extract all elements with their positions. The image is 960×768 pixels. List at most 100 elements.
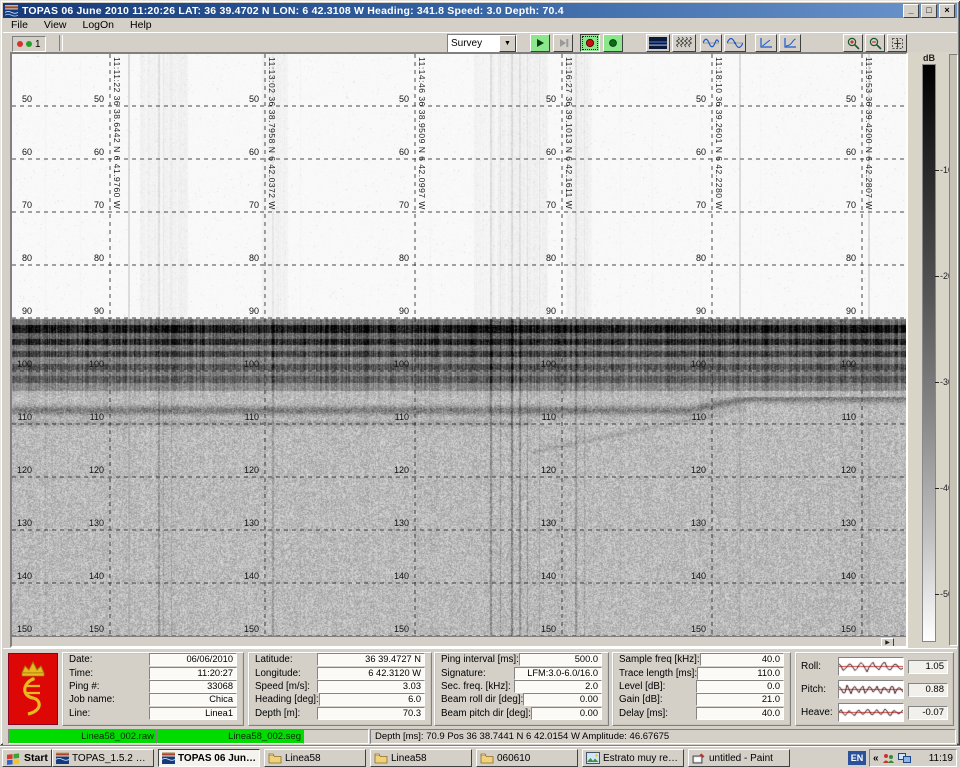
channel-indicator[interactable]: 1 xyxy=(12,36,46,52)
menu-item-help[interactable]: Help xyxy=(122,19,160,32)
monitor-button[interactable] xyxy=(603,34,623,52)
task-button[interactable]: Linea58 xyxy=(264,749,366,767)
minimize-button[interactable]: _ xyxy=(903,4,919,18)
depth-label: 100 xyxy=(369,359,409,369)
depth-label: 90 xyxy=(64,306,104,316)
app-icon xyxy=(5,5,18,17)
depth-label: 120 xyxy=(369,465,409,475)
axes-curve-button[interactable] xyxy=(779,34,801,52)
task-label: TOPAS 06 June 2... xyxy=(178,753,256,764)
menubar: File View LogOn Help xyxy=(3,18,957,32)
topas-icon xyxy=(56,752,69,764)
task-button[interactable]: 060610 xyxy=(476,749,578,767)
task-button[interactable]: TOPAS 06 June 2... xyxy=(158,749,260,767)
wiggle-trace-icon xyxy=(676,37,692,49)
axes-plot-button[interactable] xyxy=(755,34,777,52)
folder-icon xyxy=(268,752,282,764)
info-value: Linea1 xyxy=(149,707,237,720)
tray-expand-icon[interactable]: « xyxy=(873,753,879,764)
record-button[interactable] xyxy=(580,34,600,52)
depth-label: 60 xyxy=(12,147,32,157)
zoom-in-button[interactable] xyxy=(843,34,863,52)
folder-icon xyxy=(374,752,388,764)
depth-label: 60 xyxy=(816,147,856,157)
info-label: Latitude: xyxy=(255,654,293,665)
zoom-out-button[interactable] xyxy=(865,34,885,52)
app-window: TOPAS 06 June 2010 11:20:26 LAT: 36 39.4… xyxy=(0,0,960,745)
chevron-down-icon[interactable]: ▼ xyxy=(499,35,516,52)
depth-label: 140 xyxy=(816,571,856,581)
tray-people-icon[interactable] xyxy=(882,752,895,764)
info-label: Level [dB]: xyxy=(619,681,665,692)
play-button[interactable] xyxy=(530,34,550,52)
depth-label: 150 xyxy=(516,624,556,634)
depth-label: 130 xyxy=(64,518,104,528)
task-label: Estrato muy reflectivo ... xyxy=(603,753,680,764)
echogram-viewport[interactable]: 506070809010011012013014015011:11:22 36 … xyxy=(10,52,908,648)
task-button[interactable]: TOPAS_1.5.2 MkII xyxy=(52,749,154,767)
menu-item-logon[interactable]: LogOn xyxy=(75,19,123,32)
tray-network-icon[interactable] xyxy=(898,753,911,764)
motion-label: Pitch: xyxy=(801,684,834,695)
info-label: Longitude: xyxy=(255,668,301,679)
window-titlebar[interactable]: TOPAS 06 June 2010 11:20:26 LAT: 36 39.4… xyxy=(3,3,957,18)
depth-label: 60 xyxy=(666,147,706,157)
fit-view-button[interactable] xyxy=(887,34,907,52)
depth-label: 140 xyxy=(666,571,706,581)
green-dot-icon xyxy=(26,41,32,47)
depth-label: 60 xyxy=(64,147,104,157)
step-button[interactable] xyxy=(553,34,573,52)
depth-label: 50 xyxy=(816,94,856,104)
depth-label: 50 xyxy=(666,94,706,104)
zoom-in-icon xyxy=(847,37,860,50)
info-label: Delay [ms]: xyxy=(619,708,668,719)
language-indicator[interactable]: EN xyxy=(848,751,866,765)
waveform-b-button[interactable] xyxy=(724,34,746,52)
menu-item-file[interactable]: File xyxy=(3,19,36,32)
task-button[interactable]: untitled - Paint xyxy=(688,749,790,767)
colorbar xyxy=(922,64,936,642)
axes-curve-icon xyxy=(783,37,797,49)
task-button[interactable]: Linea58 xyxy=(370,749,472,767)
scroll-right-arrow-icon[interactable]: ▶ xyxy=(881,638,894,648)
menu-item-view[interactable]: View xyxy=(36,19,75,32)
depth-label: 70 xyxy=(64,200,104,210)
depth-label: 50 xyxy=(219,94,259,104)
info-value: 0.00 xyxy=(523,693,602,706)
depth-label: 80 xyxy=(516,253,556,263)
axes-line-icon xyxy=(759,37,773,49)
raw-file-cell: Linea58_002.raw xyxy=(8,729,159,744)
echogram-view-button[interactable] xyxy=(646,34,670,52)
wiggle-view-button[interactable] xyxy=(672,34,696,52)
windows-flag-icon xyxy=(6,752,21,765)
v-scrollbar[interactable] xyxy=(949,54,958,646)
depth-label: 80 xyxy=(666,253,706,263)
motion-label: Heave: xyxy=(801,707,834,718)
waveform-a-button[interactable] xyxy=(700,34,722,52)
depth-label: 150 xyxy=(219,624,259,634)
folder-icon xyxy=(480,752,494,764)
depth-label: 90 xyxy=(816,306,856,316)
survey-select[interactable]: Survey ▼ xyxy=(447,34,517,53)
depth-label: 150 xyxy=(369,624,409,634)
close-button[interactable]: × xyxy=(939,4,955,18)
maximize-button[interactable]: □ xyxy=(921,4,937,18)
trace-annotation: 11:18:10 36 39.2601 N 6 42.2280 W xyxy=(714,57,724,210)
echogram-thumb-icon xyxy=(649,37,667,49)
depth-label: 100 xyxy=(12,359,32,369)
colorbar-zone: dB -10-20-30-40-50 xyxy=(908,52,957,648)
depth-label: 130 xyxy=(516,518,556,528)
start-button[interactable]: Start xyxy=(2,749,52,767)
info-label: Heading [deg]: xyxy=(255,694,319,705)
info-value: 110.0 xyxy=(697,667,784,680)
depth-label: 110 xyxy=(516,412,556,422)
motion-value: 1.05 xyxy=(908,660,949,674)
info-label: Sample freq [kHz]: xyxy=(619,654,700,665)
h-scrollbar[interactable]: ▶ xyxy=(12,636,906,647)
trace-annotation: 11:13:02 36 38.7958 N 6 42.0372 W xyxy=(267,57,277,210)
info-label: Speed [m/s]: xyxy=(255,681,310,692)
info-value: 33068 xyxy=(149,680,237,693)
depth-label: 110 xyxy=(369,412,409,422)
task-button[interactable]: Estrato muy reflectivo ... xyxy=(582,749,684,767)
info-label: Depth [m]: xyxy=(255,708,300,719)
